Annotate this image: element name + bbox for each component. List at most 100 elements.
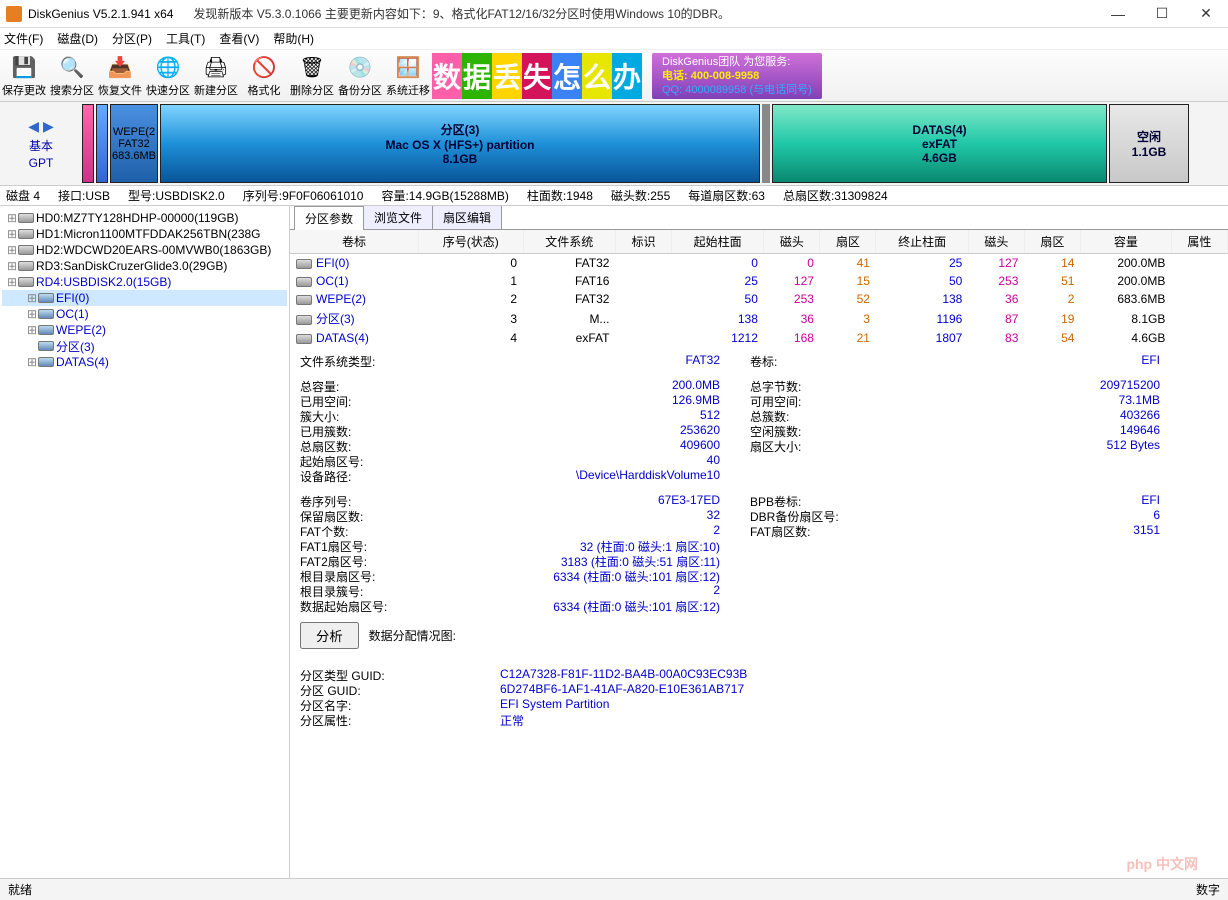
partition-bar-free[interactable]: 空闲 1.1GB: [1109, 104, 1189, 183]
mac-size: 8.1GB: [443, 152, 478, 166]
cell-name[interactable]: EFI(0): [290, 254, 419, 273]
tree-item[interactable]: ⊞ RD4:USBDISK2.0(15GB): [2, 274, 287, 290]
toolbar-备份分区[interactable]: 💿备份分区: [336, 50, 384, 101]
cell-name[interactable]: OC(1): [290, 272, 419, 290]
toolbar-格式化[interactable]: 🚫格式化: [240, 50, 288, 101]
info-item: 每道扇区数:63: [688, 187, 765, 204]
col-扇区[interactable]: 扇区: [1024, 230, 1080, 254]
disk-type-basic: 基本: [29, 137, 53, 154]
cell-name[interactable]: WEPE(2): [290, 290, 419, 308]
col-终止柱面[interactable]: 终止柱面: [876, 230, 968, 254]
partition-bar-oc[interactable]: [96, 104, 108, 183]
disk-tree[interactable]: ⊞HD0:MZ7TY128HDHP-00000(119GB)⊞HD1:Micro…: [0, 206, 290, 878]
partition-bar-wepe[interactable]: WEPE(2 FAT32 683.6MB: [110, 104, 158, 183]
toolbar-新建分区[interactable]: 🖨新建分区: [192, 50, 240, 101]
toolbar-恢复文件[interactable]: 📥恢复文件: [96, 50, 144, 101]
tab-扇区编辑[interactable]: 扇区编辑: [432, 206, 502, 229]
tree-item[interactable]: ⊞HD1:Micron1100MTFDDAK256TBN(238G: [2, 226, 287, 242]
toolbar-系统迁移[interactable]: 🪟系统迁移: [384, 50, 432, 101]
tree-label: RD4:USBDISK2.0(15GB): [36, 275, 171, 289]
tab-分区参数[interactable]: 分区参数: [294, 206, 364, 230]
status-numlock: 数字: [1196, 881, 1220, 898]
analyze-button[interactable]: 分析: [300, 622, 359, 649]
tree-expander-icon[interactable]: ⊞: [6, 211, 18, 225]
恢复文件-label: 恢复文件: [98, 82, 142, 98]
info-item: 接口:USB: [58, 187, 110, 204]
col-容量[interactable]: 容量: [1080, 230, 1171, 254]
disk-partition-map: ◀ ▶ 基本 GPT WEPE(2 FAT32 683.6MB 分区(3) Ma…: [0, 102, 1228, 186]
cell: 253: [764, 290, 820, 308]
tab-浏览文件[interactable]: 浏览文件: [363, 206, 433, 229]
col-磁头[interactable]: 磁头: [968, 230, 1024, 254]
col-序号(状态)[interactable]: 序号(状态): [419, 230, 523, 254]
maximize-button[interactable]: ☐: [1140, 0, 1184, 28]
tree-label: DATAS(4): [56, 355, 109, 369]
partition-bar-mac[interactable]: 分区(3) Mac OS X (HFS+) partition 8.1GB: [160, 104, 760, 183]
table-row[interactable]: DATAS(4)4exFAT121216821180783544.6GB: [290, 329, 1228, 347]
tree-expander-icon[interactable]: ⊞: [6, 275, 18, 289]
tree-expander-icon[interactable]: ⊞: [26, 291, 38, 305]
statusbar: 就绪 数字: [0, 878, 1228, 900]
系统迁移-icon: 🪟: [394, 53, 422, 81]
partition-bar-datas[interactable]: DATAS(4) exFAT 4.6GB: [772, 104, 1107, 183]
tree-expander-icon[interactable]: ⊞: [26, 307, 38, 321]
col-卷标[interactable]: 卷标: [290, 230, 419, 254]
cell: 3: [419, 308, 523, 329]
wepe-name: WEPE(2: [113, 126, 155, 138]
close-button[interactable]: ✕: [1184, 0, 1228, 28]
menu-工具(T)[interactable]: 工具(T): [166, 30, 205, 47]
table-row[interactable]: WEPE(2)2FAT325025352138362683.6MB: [290, 290, 1228, 308]
tree-item[interactable]: ⊞HD2:WDCWD20EARS-00MVWB0(1863GB): [2, 242, 287, 258]
toolbar-删除分区[interactable]: 🗑删除分区: [288, 50, 336, 101]
tree-expander-icon[interactable]: ⊞: [6, 227, 18, 241]
tree-expander-icon[interactable]: ⊞: [6, 259, 18, 273]
tree-expander-icon[interactable]: ⊞: [26, 323, 38, 337]
tree-item[interactable]: ⊞ DATAS(4): [2, 354, 287, 370]
cell: 8.1GB: [1080, 308, 1171, 329]
minimize-button[interactable]: —: [1096, 0, 1140, 28]
tree-item[interactable]: ⊞EFI(0): [2, 290, 287, 306]
tree-item[interactable]: ⊞OC(1): [2, 306, 287, 322]
table-row[interactable]: OC(1)1FAT1625127155025351200.0MB: [290, 272, 1228, 290]
cell: 1212: [671, 329, 763, 347]
cell-name[interactable]: 分区(3): [290, 308, 419, 329]
menu-分区(P)[interactable]: 分区(P): [112, 30, 152, 47]
nav-arrows[interactable]: ◀ ▶: [28, 118, 53, 135]
menu-查看(V)[interactable]: 查看(V): [219, 30, 259, 47]
col-起始柱面[interactable]: 起始柱面: [671, 230, 763, 254]
cell-name[interactable]: DATAS(4): [290, 329, 419, 347]
cell: 15: [820, 272, 876, 290]
tree-item[interactable]: 分区(3): [2, 338, 287, 354]
col-标识[interactable]: 标识: [615, 230, 671, 254]
cell: 2: [1024, 290, 1080, 308]
格式化-icon: 🚫: [250, 53, 278, 81]
cell: 25: [671, 272, 763, 290]
col-磁头[interactable]: 磁头: [764, 230, 820, 254]
wepe-size: 683.6MB: [112, 150, 156, 162]
col-属性[interactable]: 属性: [1171, 230, 1227, 254]
table-row[interactable]: EFI(0)0FAT3200412512714200.0MB: [290, 254, 1228, 273]
menu-磁盘(D)[interactable]: 磁盘(D): [57, 30, 98, 47]
tree-expander-icon[interactable]: ⊞: [6, 243, 18, 257]
tree-item[interactable]: ⊞HD0:MZ7TY128HDHP-00000(119GB): [2, 210, 287, 226]
datas-fs: exFAT: [922, 137, 957, 151]
cell: 683.6MB: [1080, 290, 1171, 308]
toolbar-保存更改[interactable]: 💾保存更改: [0, 50, 48, 101]
mac-fs: Mac OS X (HFS+) partition: [385, 138, 534, 152]
volume-icon: [38, 339, 54, 353]
cell: 1807: [876, 329, 968, 347]
update-text: 发现新版本 V5.3.0.1066 主要更新内容如下：9、格式化FAT12/16…: [193, 5, 730, 22]
toolbar-搜索分区[interactable]: 🔍搜索分区: [48, 50, 96, 101]
partition-bar-efi[interactable]: [82, 104, 94, 183]
toolbar-快速分区[interactable]: 🌐快速分区: [144, 50, 192, 101]
menu-文件(F)[interactable]: 文件(F): [4, 30, 43, 47]
disk-icon: [18, 259, 34, 273]
table-row[interactable]: 分区(3)3M...138363119687198.1GB: [290, 308, 1228, 329]
col-文件系统[interactable]: 文件系统: [523, 230, 615, 254]
ad-banner[interactable]: 数据丢失怎么办 DiskGenius团队 为您服务: 电话: 400-008-9…: [432, 50, 1228, 101]
tree-item[interactable]: ⊞WEPE(2): [2, 322, 287, 338]
col-扇区[interactable]: 扇区: [820, 230, 876, 254]
tree-expander-icon[interactable]: ⊞: [26, 355, 38, 369]
menu-帮助(H)[interactable]: 帮助(H): [273, 30, 314, 47]
tree-item[interactable]: ⊞RD3:SanDiskCruzerGlide3.0(29GB): [2, 258, 287, 274]
